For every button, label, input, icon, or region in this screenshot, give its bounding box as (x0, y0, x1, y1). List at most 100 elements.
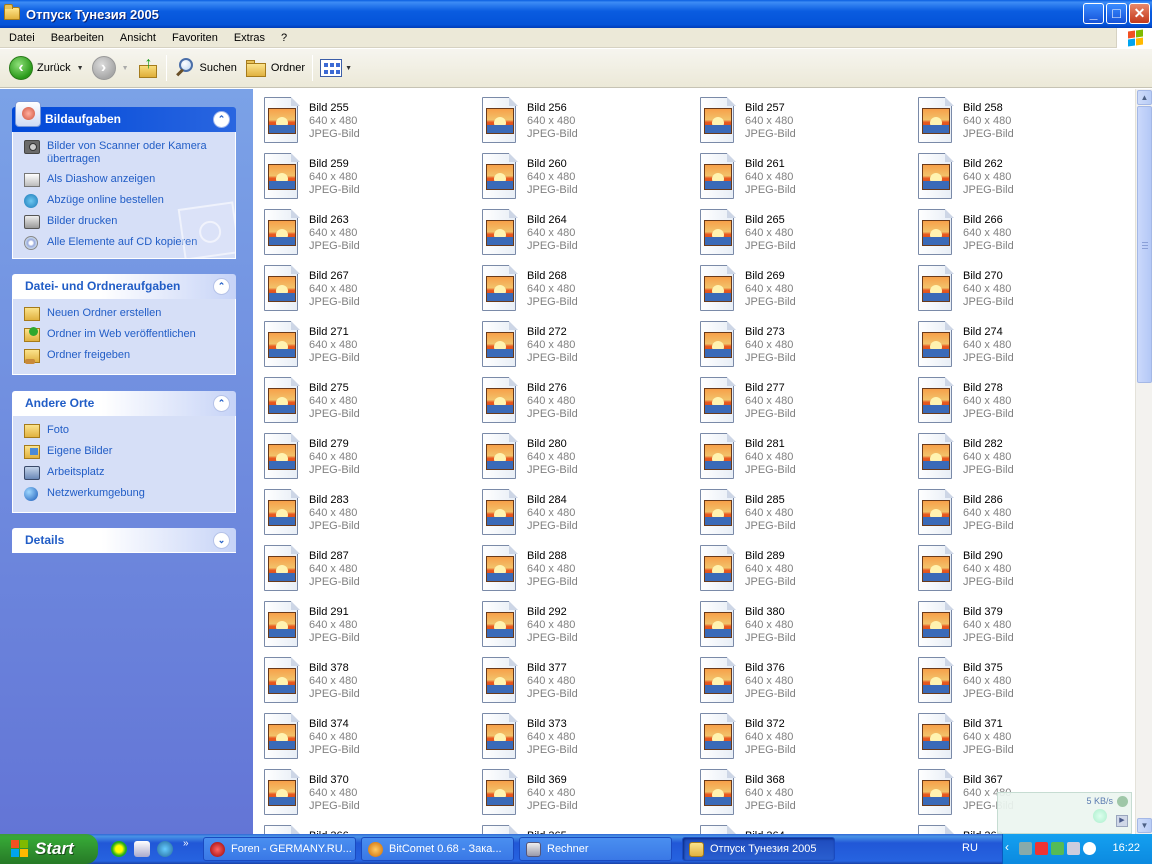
title-bar[interactable]: Отпуск Тунезия 2005 _ □ ✕ (0, 0, 1152, 28)
menu-help[interactable]: ? (273, 29, 295, 47)
collapse-icon[interactable]: ⌃ (213, 395, 230, 412)
task-new-folder[interactable]: Neuen Ordner erstellen (24, 307, 229, 321)
task-foren[interactable]: Foren - GERMANY.RU... (203, 837, 356, 861)
tray-network-icon[interactable] (1019, 842, 1032, 855)
up-button[interactable]: ↑ (133, 52, 163, 84)
file-item[interactable]: Bild 256 640 x 480 JPEG-Bild (471, 93, 689, 149)
file-item[interactable]: Bild 285 640 x 480 JPEG-Bild (689, 485, 907, 541)
menu-extras[interactable]: Extras (226, 29, 273, 47)
minimize-button[interactable]: _ (1083, 3, 1104, 24)
file-item[interactable]: Bild 291 640 x 480 JPEG-Bild (253, 597, 471, 653)
back-dropdown-icon[interactable]: ▼ (77, 65, 84, 72)
file-item[interactable]: Bild 371 640 x 480 JPEG-Bild (907, 709, 1125, 765)
views-dropdown-icon[interactable]: ▼ (345, 65, 352, 72)
menu-ansicht[interactable]: Ansicht (112, 29, 164, 47)
file-item[interactable]: Bild 282 640 x 480 JPEG-Bild (907, 429, 1125, 485)
file-item[interactable]: Bild 262 640 x 480 JPEG-Bild (907, 149, 1125, 205)
panel-header-bildaufgaben[interactable]: Bildaufgaben ⌃ (12, 101, 236, 132)
file-item[interactable]: Bild 266 640 x 480 JPEG-Bild (907, 205, 1125, 261)
task-explorer[interactable]: Отпуск Тунезия 2005 (682, 837, 835, 861)
scroll-up-button[interactable]: ▲ (1137, 90, 1152, 105)
file-item[interactable]: Bild 265 640 x 480 JPEG-Bild (689, 205, 907, 261)
collapse-icon[interactable]: ⌃ (213, 111, 230, 128)
quicklaunch-browser-icon[interactable] (157, 841, 173, 857)
place-arbeitsplatz[interactable]: Arbeitsplatz (24, 466, 229, 480)
search-button[interactable]: Suchen (170, 52, 241, 84)
bitcomet-widget[interactable]: 5 KB/s ▶ (997, 792, 1132, 834)
menu-favoriten[interactable]: Favoriten (164, 29, 226, 47)
task-scanner[interactable]: Bilder von Scanner oder Kamera übertrage… (24, 140, 229, 166)
menu-datei[interactable]: Datei (0, 29, 43, 47)
file-item[interactable]: Bild 259 640 x 480 JPEG-Bild (253, 149, 471, 205)
file-item[interactable]: Bild 275 640 x 480 JPEG-Bild (253, 373, 471, 429)
play-icon[interactable]: ▶ (1116, 815, 1128, 827)
file-item[interactable]: Bild 280 640 x 480 JPEG-Bild (471, 429, 689, 485)
file-item[interactable]: Bild 375 640 x 480 JPEG-Bild (907, 653, 1125, 709)
clock[interactable]: 16:22 (1112, 842, 1140, 854)
file-item[interactable]: Bild 269 640 x 480 JPEG-Bild (689, 261, 907, 317)
file-item[interactable]: Bild 264 640 x 480 JPEG-Bild (471, 205, 689, 261)
task-share-folder[interactable]: Ordner freigeben (24, 349, 229, 364)
file-item[interactable]: Bild 286 640 x 480 JPEG-Bild (907, 485, 1125, 541)
file-item[interactable]: Bild 267 640 x 480 JPEG-Bild (253, 261, 471, 317)
file-item[interactable]: Bild 377 640 x 480 JPEG-Bild (471, 653, 689, 709)
file-item[interactable]: Bild 268 640 x 480 JPEG-Bild (471, 261, 689, 317)
place-netzwerk[interactable]: Netzwerkumgebung (24, 487, 229, 501)
file-item[interactable]: Bild 379 640 x 480 JPEG-Bild (907, 597, 1125, 653)
forward-dropdown-icon[interactable]: ▼ (122, 65, 129, 72)
file-item[interactable]: Bild 370 640 x 480 JPEG-Bild (253, 765, 471, 821)
start-button[interactable]: Start (0, 834, 98, 864)
place-foto[interactable]: Foto (24, 424, 229, 438)
file-item[interactable]: Bild 278 640 x 480 JPEG-Bild (907, 373, 1125, 429)
vertical-scrollbar[interactable]: ▲ ▼ (1135, 89, 1152, 834)
file-item[interactable]: Bild 283 640 x 480 JPEG-Bild (253, 485, 471, 541)
panel-header-dateiaufgaben[interactable]: Datei- und Ordneraufgaben ⌃ (12, 274, 236, 299)
tray-expand-icon[interactable]: ‹ (1005, 840, 1018, 854)
file-item[interactable]: Bild 272 640 x 480 JPEG-Bild (471, 317, 689, 373)
scroll-down-button[interactable]: ▼ (1137, 818, 1152, 833)
file-item[interactable]: Bild 364 (689, 821, 907, 834)
collapse-icon[interactable]: ⌃ (213, 278, 230, 295)
close-button[interactable]: ✕ (1129, 3, 1150, 24)
file-item[interactable]: Bild 277 640 x 480 JPEG-Bild (689, 373, 907, 429)
scroll-thumb[interactable] (1137, 106, 1152, 383)
file-item[interactable]: Bild 290 640 x 480 JPEG-Bild (907, 541, 1125, 597)
file-item[interactable]: Bild 369 640 x 480 JPEG-Bild (471, 765, 689, 821)
file-item[interactable]: Bild 279 640 x 480 JPEG-Bild (253, 429, 471, 485)
back-button[interactable]: ‹ Zurück ▼ (5, 52, 88, 84)
file-item[interactable]: Bild 372 640 x 480 JPEG-Bild (689, 709, 907, 765)
file-item[interactable]: Bild 263 640 x 480 JPEG-Bild (253, 205, 471, 261)
file-item[interactable]: Bild 258 640 x 480 JPEG-Bild (907, 93, 1125, 149)
menu-bearbeiten[interactable]: Bearbeiten (43, 29, 112, 47)
file-item[interactable]: Bild 281 640 x 480 JPEG-Bild (689, 429, 907, 485)
file-item[interactable]: Bild 274 640 x 480 JPEG-Bild (907, 317, 1125, 373)
maximize-button[interactable]: □ (1106, 3, 1127, 24)
file-item[interactable]: Bild 380 640 x 480 JPEG-Bild (689, 597, 907, 653)
language-indicator[interactable]: RU (962, 842, 978, 854)
file-item[interactable]: Bild 289 640 x 480 JPEG-Bild (689, 541, 907, 597)
forward-button[interactable]: › ▼ (88, 52, 133, 84)
file-item[interactable]: Bild 366 (253, 821, 471, 834)
place-eigene-bilder[interactable]: Eigene Bilder (24, 445, 229, 459)
file-item[interactable]: Bild 257 640 x 480 JPEG-Bild (689, 93, 907, 149)
expand-icon[interactable]: ⌄ (213, 532, 230, 549)
tray-bitcomet-icon[interactable] (1051, 842, 1064, 855)
task-slideshow[interactable]: Als Diashow anzeigen (24, 173, 229, 187)
file-item[interactable]: Bild 270 640 x 480 JPEG-Bild (907, 261, 1125, 317)
task-bitcomet[interactable]: BitComet 0.68 - Зака... (361, 837, 514, 861)
quicklaunch-more-icon[interactable]: » (183, 838, 189, 849)
quicklaunch-desktop-icon[interactable] (134, 841, 150, 857)
panel-header-details[interactable]: Details ⌄ (12, 528, 236, 553)
file-item[interactable]: Bild 376 640 x 480 JPEG-Bild (689, 653, 907, 709)
file-item[interactable]: Bild 287 640 x 480 JPEG-Bild (253, 541, 471, 597)
file-item[interactable]: Bild 378 640 x 480 JPEG-Bild (253, 653, 471, 709)
quicklaunch-winamp-icon[interactable] (111, 841, 127, 857)
file-item[interactable]: Bild 292 640 x 480 JPEG-Bild (471, 597, 689, 653)
file-item[interactable]: Bild 273 640 x 480 JPEG-Bild (689, 317, 907, 373)
views-button[interactable]: ▼ (316, 52, 356, 84)
file-item[interactable]: Bild 261 640 x 480 JPEG-Bild (689, 149, 907, 205)
file-item[interactable]: Bild 368 640 x 480 JPEG-Bild (689, 765, 907, 821)
folders-button[interactable]: Ordner (241, 52, 309, 84)
task-rechner[interactable]: Rechner (519, 837, 672, 861)
task-publish-web[interactable]: Ordner im Web veröffentlichen (24, 327, 229, 342)
